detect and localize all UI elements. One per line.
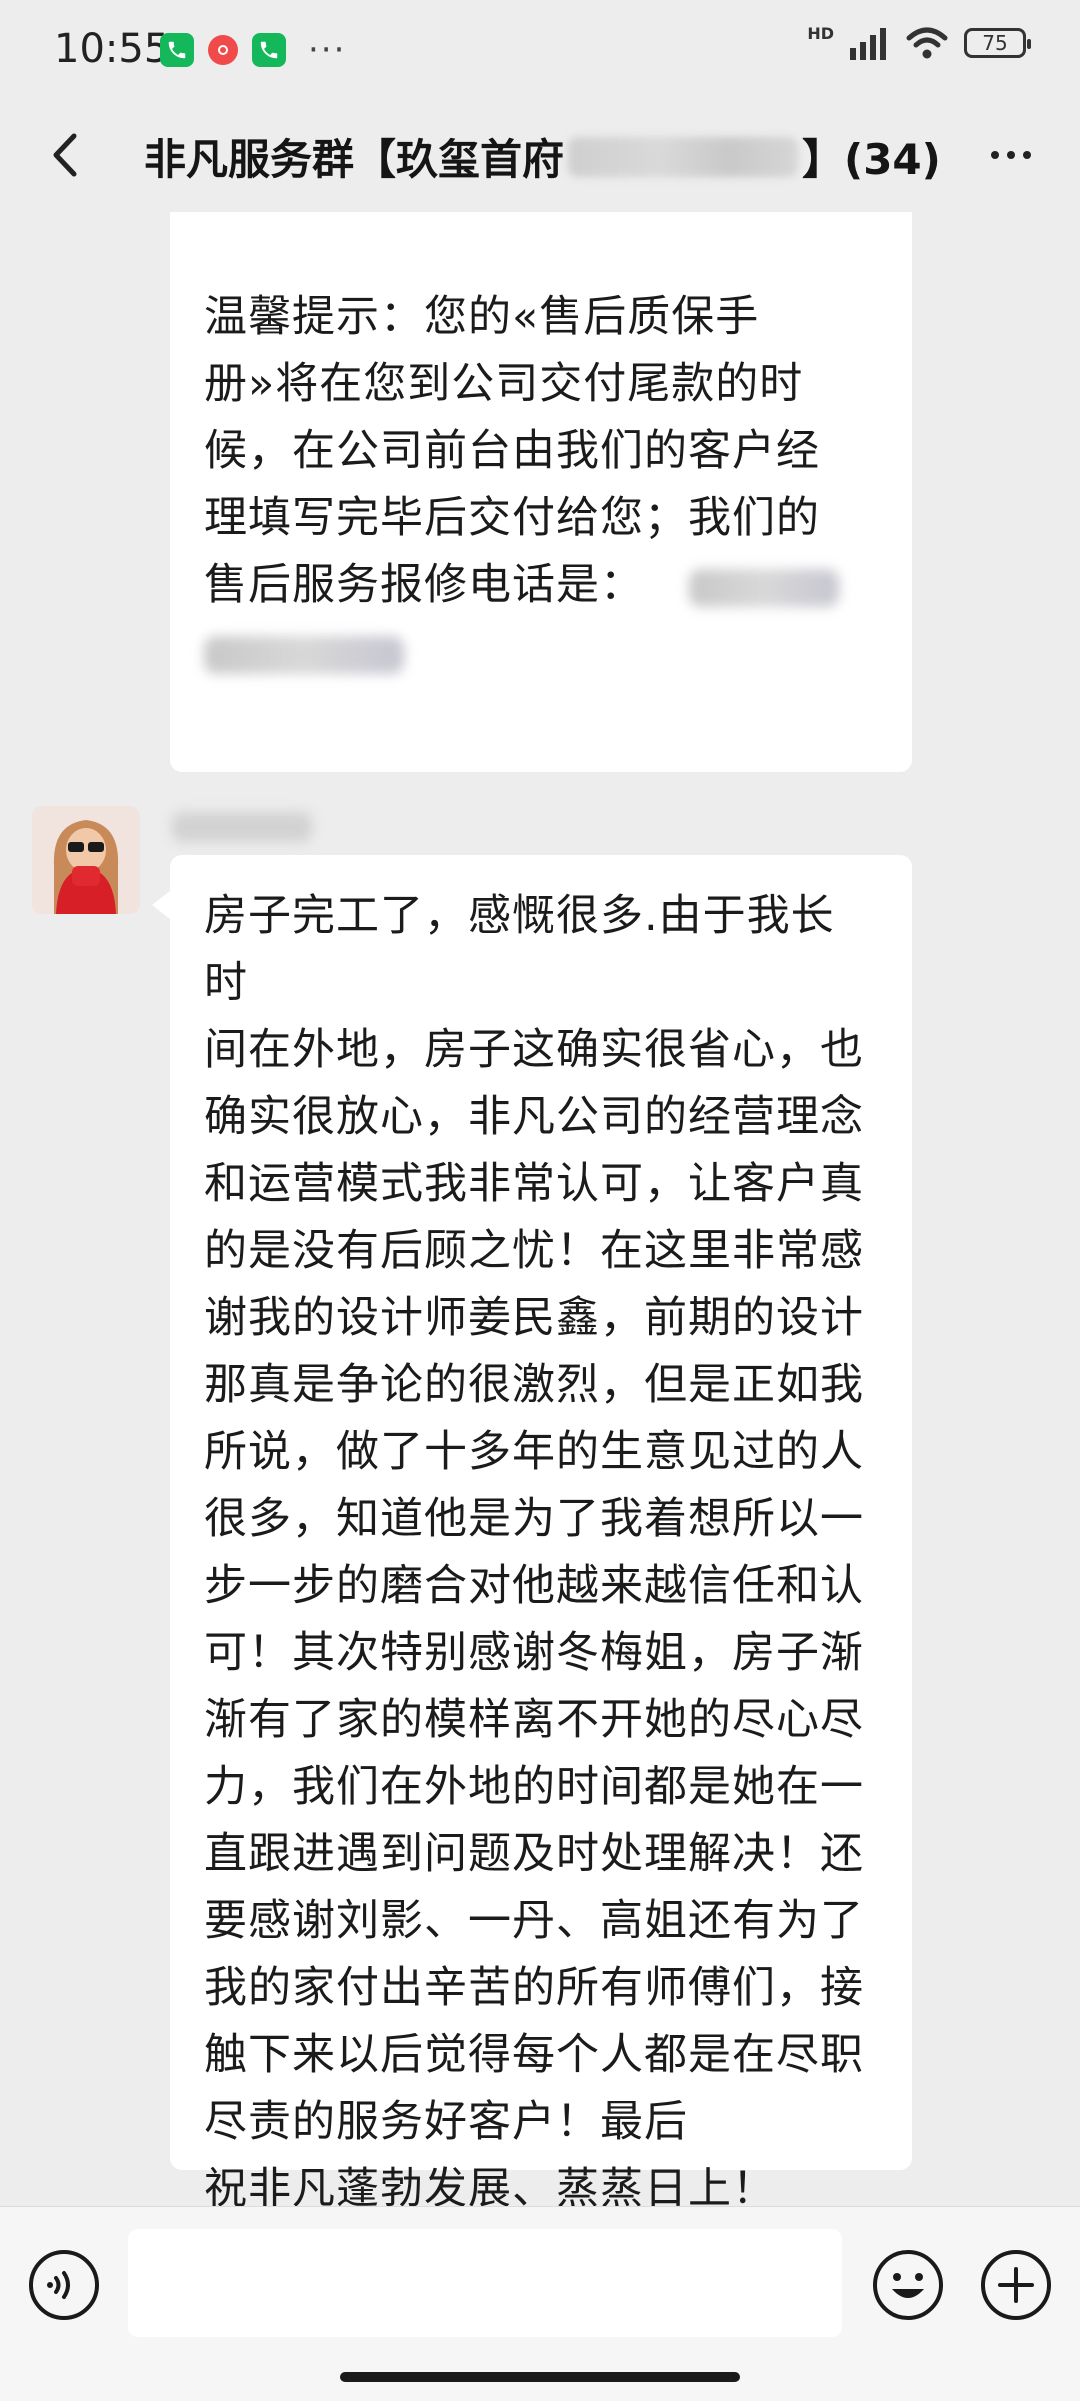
message-line: 册»将在您到公司交付尾款的时	[204, 359, 804, 409]
message-line: 理填写完毕后交付给您；我们的	[204, 493, 820, 543]
redacted-sender-name	[172, 812, 312, 842]
back-icon	[53, 133, 77, 177]
chat-header: 非凡服务群【玖玺首府 】(34)	[0, 100, 1080, 210]
emoji-button[interactable]	[870, 2247, 946, 2323]
message-line: 要感谢刘影、一丹、高姐还有为了	[204, 1896, 864, 1946]
battery-level: 75	[982, 31, 1008, 55]
status-right-icons: HD 75	[807, 23, 1031, 60]
message-line-text: 售后服务报修电话是：	[204, 560, 644, 610]
voice-button[interactable]	[26, 2247, 102, 2323]
avatar-image	[32, 806, 140, 914]
battery-icon: 75	[964, 28, 1031, 58]
avatar[interactable]	[32, 806, 140, 914]
message-bubble[interactable]: 温馨提示：您的«售后质保手 册»将在您到公司交付尾款的时 候，在公司前台由我们的…	[170, 212, 912, 772]
message-input[interactable]	[128, 2229, 842, 2337]
message-line: 和运营模式我非常认可，让客户真	[204, 1159, 864, 1209]
message-line: 力，我们在外地的时间都是她在一	[204, 1762, 864, 1812]
message-line: 候，在公司前台由我们的客户经	[204, 426, 820, 476]
more-button[interactable]	[976, 130, 1046, 180]
message-line: 间在外地，房子这确实很省心，也	[204, 1025, 864, 1075]
signal-icon	[850, 28, 886, 60]
message-line: 温馨提示：您的«售后质保手	[204, 292, 760, 342]
home-indicator[interactable]	[340, 2372, 740, 2382]
status-time: 10:55	[54, 26, 170, 72]
chat-title-text: 非凡服务群【玖玺首府	[144, 135, 565, 184]
phone-icon	[252, 33, 286, 67]
message-line: 的是没有后顾之忧！在这里非常感	[204, 1226, 864, 1276]
message-line: 步一步的磨合对他越来越信任和认	[204, 1561, 864, 1611]
message-bubble[interactable]: 房子完工了，感慨很多.由于我长时 间在外地，房子这确实很省心，也 确实很放心，非…	[152, 855, 912, 2214]
back-button[interactable]	[34, 122, 100, 188]
message-line: 谢我的设计师姜民鑫，前期的设计	[204, 1293, 864, 1343]
record-icon	[208, 35, 238, 65]
message-line: 触下来以后觉得每个人都是在尽职	[204, 2030, 864, 2080]
more-icon	[991, 151, 999, 159]
chat-title: 非凡服务群【玖玺首府 】(34)	[144, 126, 941, 187]
message-line: 房子完工了，感慨很多.由于我长时	[204, 891, 835, 1008]
plus-button[interactable]	[978, 2247, 1054, 2323]
member-count: 】(34)	[802, 135, 941, 184]
message-line: 直跟进遇到问题及时处理解决！还	[204, 1829, 864, 1879]
redacted-phone	[688, 568, 839, 607]
hd-label: HD	[807, 23, 834, 43]
phone-icon	[160, 33, 194, 67]
message-line: 尽责的服务好客户！最后	[204, 2097, 688, 2147]
message-line: 所说，做了十多年的生意见过的人	[204, 1427, 864, 1477]
emoji-icon	[873, 2250, 943, 2320]
voice-icon	[29, 2250, 99, 2320]
message-line: 售后服务报修电话是：	[204, 552, 878, 619]
status-notification-icons: ···	[160, 30, 346, 70]
status-bar: 10:55 ··· HD 75	[0, 0, 1080, 100]
redacted-title	[568, 136, 799, 177]
message-line	[204, 619, 878, 686]
status-more-icon: ···	[308, 30, 347, 70]
message-line: 渐有了家的模样离不开她的尽心尽	[204, 1695, 864, 1745]
wifi-icon	[906, 27, 948, 59]
message-line: 我的家付出辛苦的所有师傅们，接	[204, 1963, 864, 2013]
message-line: 很多，知道他是为了我着想所以一	[204, 1494, 864, 1544]
message-line: 可！其次特别感谢冬梅姐，房子渐	[204, 1628, 864, 1678]
plus-icon	[981, 2250, 1051, 2320]
redacted-phone	[204, 635, 404, 674]
message-line: 确实很放心，非凡公司的经营理念	[204, 1092, 864, 1142]
message-line: 那真是争论的很激烈，但是正如我	[204, 1360, 864, 1410]
